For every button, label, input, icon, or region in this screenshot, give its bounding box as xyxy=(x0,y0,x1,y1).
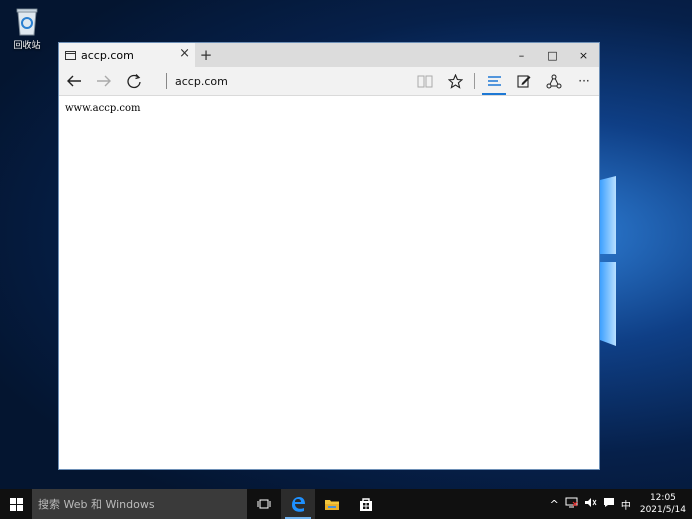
share-button[interactable] xyxy=(539,67,569,95)
forward-arrow-icon xyxy=(97,75,111,87)
task-view-icon xyxy=(257,499,271,509)
toolbar-divider xyxy=(474,73,475,89)
start-button[interactable] xyxy=(0,489,32,519)
window-controls: – □ × xyxy=(506,43,599,67)
back-arrow-icon xyxy=(67,75,81,87)
windows-start-icon xyxy=(9,497,23,511)
refresh-icon xyxy=(127,74,141,89)
address-text: accp.com xyxy=(175,74,228,88)
network-icon[interactable] xyxy=(565,497,578,511)
refresh-button[interactable] xyxy=(119,67,149,95)
show-hidden-icons-button[interactable]: ^ xyxy=(550,498,559,511)
hub-icon xyxy=(487,76,501,86)
close-button[interactable]: × xyxy=(568,43,599,67)
edge-icon xyxy=(292,497,305,512)
search-placeholder: 搜索 Web 和 Windows xyxy=(38,498,155,511)
web-note-button[interactable] xyxy=(509,67,539,95)
tab-close-button[interactable]: × xyxy=(179,47,190,61)
system-tray: ^ 中 12:05 2021/5/14 xyxy=(547,489,686,519)
new-tab-button[interactable]: + xyxy=(195,43,217,67)
tab-title: accp.com xyxy=(81,48,134,62)
address-bar[interactable]: accp.com xyxy=(166,73,228,89)
page-tab-icon xyxy=(65,50,76,60)
favorite-button[interactable] xyxy=(440,67,470,95)
input-method-indicator[interactable]: 中 xyxy=(621,497,631,512)
taskbar-edge-button[interactable] xyxy=(281,489,315,519)
minimize-button[interactable]: – xyxy=(506,43,537,67)
page-text: www.accp.com xyxy=(65,103,141,114)
star-icon xyxy=(447,73,463,89)
pen-note-icon xyxy=(517,75,531,88)
volume-icon[interactable] xyxy=(584,497,597,511)
reading-view-button[interactable] xyxy=(410,67,440,95)
taskbar-file-explorer-button[interactable] xyxy=(315,489,349,519)
clock-date: 2021/5/14 xyxy=(639,505,686,515)
file-explorer-icon xyxy=(325,499,339,510)
recycle-bin-desktop-icon[interactable]: 回收站 xyxy=(6,6,48,54)
back-button[interactable] xyxy=(59,67,89,95)
book-icon xyxy=(417,75,433,87)
recycle-bin-icon xyxy=(16,8,38,36)
maximize-button[interactable]: □ xyxy=(537,43,568,67)
taskbar-store-button[interactable] xyxy=(349,489,383,519)
clock[interactable]: 12:05 2021/5/14 xyxy=(640,492,686,516)
taskbar-search-box[interactable]: 搜索 Web 和 Windows xyxy=(32,489,247,519)
page-content: www.accp.com xyxy=(59,96,599,469)
edge-browser-window: accp.com × + – □ × accp.com ··· www.accp… xyxy=(58,42,600,470)
browser-tab[interactable]: accp.com × xyxy=(59,43,195,67)
clock-time: 12:05 xyxy=(649,493,676,503)
share-icon xyxy=(546,74,562,88)
forward-button[interactable] xyxy=(89,67,119,95)
browser-titlebar: accp.com × + – □ × xyxy=(59,43,599,67)
hub-button[interactable] xyxy=(479,67,509,95)
more-button[interactable]: ··· xyxy=(569,67,599,95)
recycle-bin-label: 回收站 xyxy=(13,41,41,51)
store-icon xyxy=(360,497,372,511)
action-center-icon[interactable] xyxy=(603,497,615,511)
taskbar: 搜索 Web 和 Windows ^ 中 12:05 2021/5/14 xyxy=(0,489,692,519)
toolbar-right: ··· xyxy=(410,67,599,95)
task-view-button[interactable] xyxy=(247,489,281,519)
browser-navbar: accp.com ··· xyxy=(59,67,599,96)
